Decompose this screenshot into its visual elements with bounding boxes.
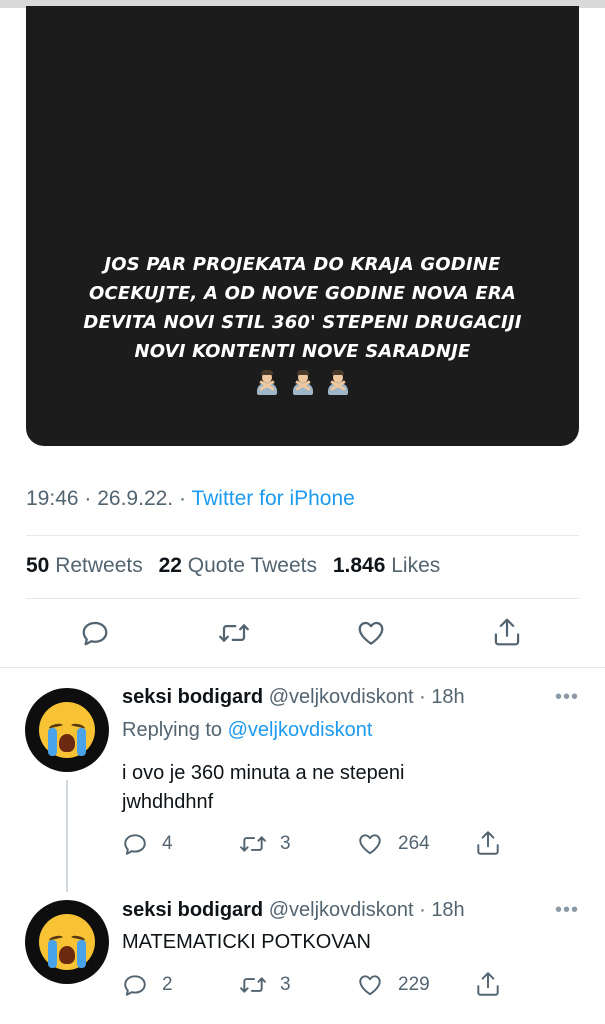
story-line: NOVI KONTENTI NOVE SARADNJE	[134, 341, 471, 362]
replying-label: Replying to	[122, 719, 223, 741]
story-line: DEVITA NOVI STIL 360' STEPENI DRUGACIJI	[83, 312, 522, 333]
tweet-time: 19:46	[26, 487, 79, 510]
share-button[interactable]	[492, 616, 522, 648]
reply-text-line: i ovo je 360 minuta a ne stepeni	[122, 762, 405, 784]
more-icon[interactable]: •••	[555, 899, 579, 922]
tweet-stats: 50 Retweets 22 Quote Tweets 1.846 Likes	[26, 554, 440, 578]
retweet-icon	[219, 624, 249, 642]
replying-handle-link[interactable]: @veljkovdiskont	[228, 719, 373, 741]
avatar[interactable]	[25, 900, 109, 984]
like-count: 229	[398, 974, 430, 995]
author-handle[interactable]: @veljkovdiskont	[269, 899, 414, 921]
heart-icon	[359, 834, 381, 855]
person-gesturing-no-icon	[325, 370, 351, 396]
tweet-date: 26.9.22.	[97, 487, 174, 510]
thread-connector	[66, 780, 68, 892]
reply-button[interactable]: 4	[122, 831, 173, 857]
retweet-button[interactable]: 3	[238, 831, 291, 857]
retweets-count: 50	[26, 554, 50, 577]
likes-stat[interactable]: 1.846 Likes	[333, 554, 440, 577]
story-line: OCEKUJTE, A OD NOVE GODINE NOVA ERA	[88, 283, 517, 304]
story-emoji-row	[26, 370, 579, 401]
reply-icon	[124, 975, 146, 996]
tweet-source-link[interactable]: Twitter for iPhone	[191, 487, 354, 510]
reply-button[interactable]: 2	[122, 972, 173, 998]
person-gesturing-no-icon	[290, 370, 316, 396]
share-button[interactable]	[475, 829, 501, 857]
reply-header: seksi bodigard @veljkovdiskont · 18h	[122, 686, 465, 708]
author-name[interactable]: seksi bodigard	[122, 686, 263, 708]
reply-button[interactable]	[80, 618, 110, 648]
like-button[interactable]: 229	[356, 972, 430, 998]
divider	[0, 667, 605, 668]
author-name[interactable]: seksi bodigard	[122, 899, 263, 921]
share-icon	[494, 618, 520, 646]
share-button[interactable]	[475, 970, 501, 998]
story-text: JOS PAR PROJEKATA DO KRAJA GODINE OCEKUJ…	[26, 250, 579, 366]
more-icon[interactable]: •••	[555, 686, 579, 709]
person-gesturing-no-icon	[254, 370, 280, 396]
reply-count: 4	[162, 833, 173, 854]
likes-count: 1.846	[332, 554, 386, 577]
like-button[interactable]: 264	[356, 831, 430, 857]
divider	[26, 598, 579, 599]
like-count: 264	[398, 833, 430, 854]
reply-header: seksi bodigard @veljkovdiskont · 18h	[122, 899, 465, 921]
retweet-count: 3	[280, 833, 291, 854]
crying-face-icon	[39, 702, 95, 758]
quotes-stat[interactable]: 22 Quote Tweets	[159, 554, 317, 577]
retweet-icon	[240, 977, 266, 993]
crying-face-icon	[39, 914, 95, 970]
share-icon	[477, 831, 499, 855]
retweets-stat[interactable]: 50 Retweets	[26, 554, 143, 577]
reply-icon	[82, 621, 108, 646]
reply-text: i ovo je 360 minuta a ne stepeni jwhdhdh…	[122, 759, 404, 817]
reply-text-line: jwhdhdhnf	[122, 791, 214, 813]
avatar[interactable]	[25, 688, 109, 772]
retweet-count: 3	[280, 974, 291, 995]
reply-count: 2	[162, 974, 173, 995]
heart-icon	[358, 621, 384, 645]
tweet-media-image[interactable]: JOS PAR PROJEKATA DO KRAJA GODINE OCEKUJ…	[26, 6, 579, 446]
heart-icon	[359, 975, 381, 996]
retweets-label: Retweets	[55, 554, 143, 577]
reply-age: 18h	[431, 899, 465, 921]
reply-icon	[124, 834, 146, 855]
retweet-icon	[240, 836, 266, 852]
like-button[interactable]	[355, 618, 387, 648]
share-icon	[477, 972, 499, 996]
author-handle[interactable]: @veljkovdiskont	[269, 686, 414, 708]
likes-label: Likes	[391, 554, 441, 577]
reply-text-line: MATEMATICKI POTKOVAN	[122, 931, 371, 953]
reply-text: MATEMATICKI POTKOVAN	[122, 928, 371, 957]
story-line: JOS PAR PROJEKATA DO KRAJA GODINE	[104, 254, 501, 275]
quotes-label: Quote Tweets	[187, 554, 317, 577]
tweet-timestamp: 19:46 · 26.9.22. · Twitter for iPhone	[26, 487, 355, 510]
quotes-count: 22	[158, 554, 182, 577]
replying-to: Replying to @veljkovdiskont	[122, 719, 372, 742]
reply-age: 18h	[431, 686, 465, 708]
divider	[26, 535, 579, 536]
retweet-button[interactable]: 3	[238, 972, 291, 998]
retweet-button[interactable]	[217, 618, 251, 648]
